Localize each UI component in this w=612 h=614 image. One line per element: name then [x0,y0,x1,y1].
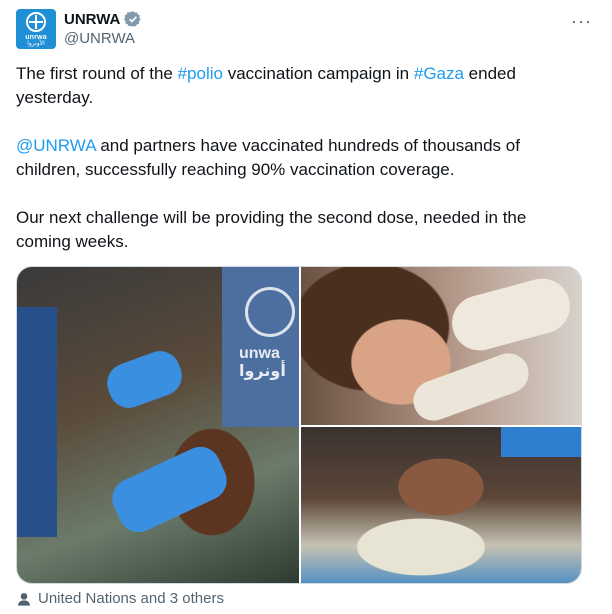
hashtag-polio[interactable]: #polio [178,64,223,83]
photo-child-vaccination[interactable]: unwa أونروا [17,267,299,583]
glove-shape [407,347,535,425]
avatar-text: unrwa [25,34,47,41]
blue-fabric-shape [501,427,581,457]
un-emblem-icon [26,12,46,32]
vest-shape [17,307,57,537]
tweet-paragraph-1: The first round of the #polio vaccinatio… [16,62,576,110]
media-grid: unwa أونروا [16,266,582,584]
handle[interactable]: @UNRWA [64,30,135,47]
person-icon [18,592,30,606]
glove-shape [105,440,234,539]
tweet-paragraph-2: @UNRWA and partners have vaccinated hund… [16,134,576,182]
text-segment: The first round of the [16,64,178,83]
text-segment: vaccination campaign in [222,64,414,83]
photo-infant-drops[interactable] [301,427,581,583]
avatar-text-arabic: الأونروا [27,41,45,47]
vest-logo-text: unwa أونروا [239,345,286,380]
tagged-users[interactable]: United Nations and 3 others [16,590,224,607]
un-emblem-icon [245,287,295,337]
mention-unrwa[interactable]: @UNRWA [16,136,96,155]
glove-shape [445,272,577,357]
more-icon[interactable]: ··· [571,11,592,32]
tweet-paragraph-3: Our next challenge will be providing the… [16,208,527,251]
photo-girl-drops[interactable] [301,267,581,425]
tweet-header: unrwa الأونروا UNRWA @UNRWA ··· [16,9,596,53]
verified-badge-icon [124,11,141,27]
name-row: UNRWA [64,10,142,28]
hashtag-gaza[interactable]: #Gaza [414,64,464,83]
tagged-users-label: United Nations and 3 others [38,590,224,607]
tweet-text: The first round of the #polio vaccinatio… [16,62,576,254]
display-name[interactable]: UNRWA [64,11,120,28]
avatar[interactable]: unrwa الأونروا [16,9,56,49]
glove-shape [101,345,188,414]
